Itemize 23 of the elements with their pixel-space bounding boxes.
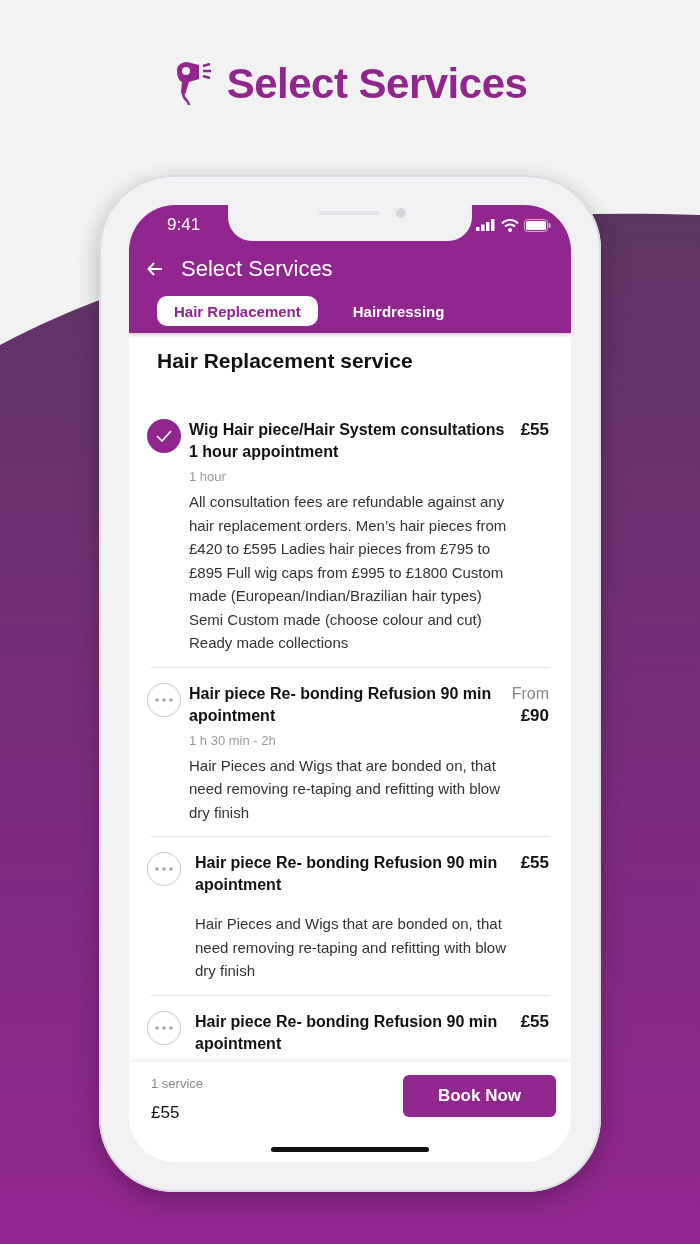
service-description: Hair Pieces and Wigs that are bonded on, that need removing re-taping and refitting with blow dry finish: [195, 914, 507, 981]
service-description: All consultation fees are refundable against any hair replacement orders. Men’s hair pieces from £420 to £595 Ladies hair pieces from £795 to £895 Full wig caps from £995 to £1800 Custom made (European/Indian/Brazilian hair types) Semi Custom made (choose colour and cut) Ready made collections: [189, 492, 508, 653]
service-count: 1 service: [151, 1076, 204, 1091]
page-headline: Select Services: [226, 60, 528, 108]
category-tab[interactable]: Hair Replacement: [157, 296, 318, 326]
screen-title: Select Services: [181, 256, 333, 282]
section-title: Hair Replacement service: [157, 349, 414, 374]
service-title: Hair piece Re- bonding Refusion 90 min apointment: [189, 683, 493, 726]
service-price: £90: [520, 704, 549, 727]
service-title: Hair piece Re- bonding Refusion 90 min apointment: [195, 1011, 499, 1054]
service-duration: 1 hour: [189, 469, 227, 484]
service-price: £55: [520, 852, 549, 874]
service-duration: 1 h 30 min - 2h: [189, 732, 277, 748]
service-description: Hair Pieces and Wigs that are bonded on, that need removing re-taping and refitting with blow dry finish: [189, 755, 501, 823]
book-now-button[interactable]: Book Now: [403, 1075, 556, 1117]
total-price: £55: [151, 1103, 181, 1123]
service-price: £55: [520, 1010, 549, 1033]
service-price: £55: [520, 419, 549, 441]
price-prefix: From: [511, 683, 549, 704]
category-tab[interactable]: Hairdressing: [335, 296, 462, 326]
status-time: 9:41: [167, 215, 201, 235]
service-title: Wig Hair piece/Hair System consultations 1 hour appointment: [189, 420, 506, 462]
service-title: Hair piece Re- bonding Refusion 90 min apointment: [195, 853, 499, 895]
